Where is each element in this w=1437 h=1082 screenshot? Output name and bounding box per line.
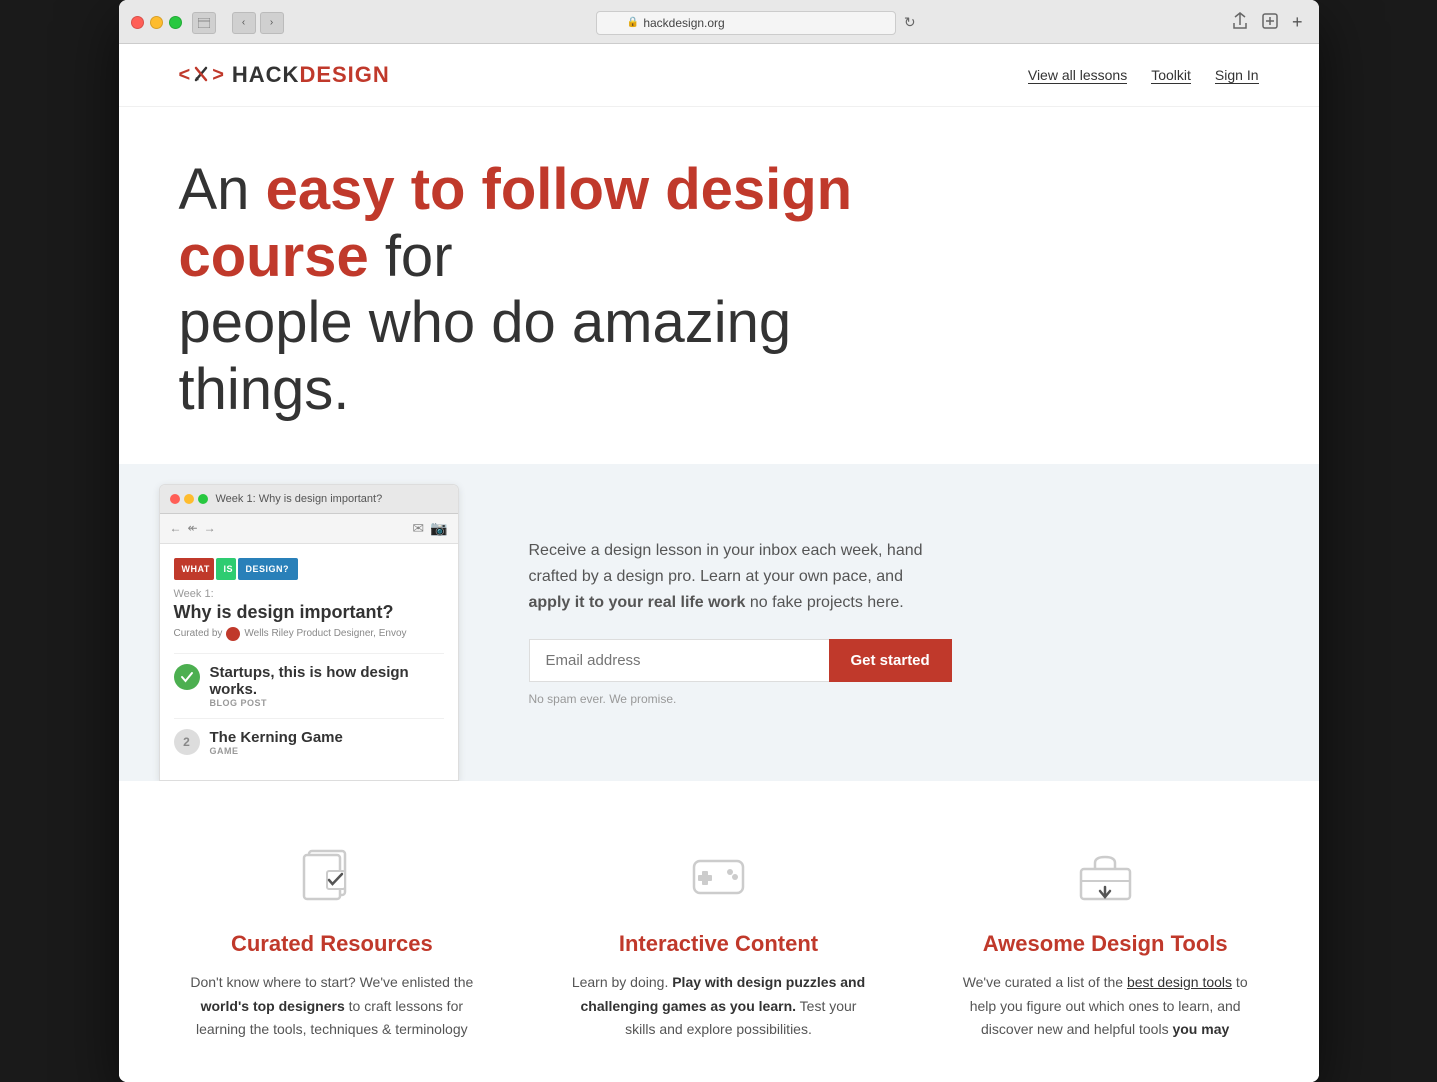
hero-line2: people who do amazing things. (179, 290, 792, 422)
logo-chevron-left-icon: < (179, 65, 191, 85)
mock-item-2: 2 The Kerning Game GAME (174, 718, 444, 766)
mock-curator-avatar (226, 627, 240, 641)
mock-item2-type: GAME (210, 746, 343, 756)
share-button[interactable] (1228, 10, 1252, 35)
url-text: hackdesign.org (643, 16, 724, 30)
mock-forward-arrow: → (204, 521, 216, 535)
mock-nav-row: ← ↞ → ✉ 📷 (160, 514, 458, 544)
maximize-button[interactable] (169, 16, 182, 29)
browser-chrome: ‹ › 🔒 hackdesign.org ↻ (119, 0, 1319, 44)
interactive-content-desc: Learn by doing. Play with design puzzles… (565, 971, 872, 1042)
email-form: Get started (529, 639, 1269, 682)
window-view-button[interactable] (192, 12, 216, 34)
site-header: < > HACKDESIGN View all les (119, 44, 1319, 107)
site-nav: View all lessons Toolkit Sign In (1028, 67, 1259, 84)
design-tools-link[interactable]: best design tools (1127, 974, 1232, 990)
mock-back-arrow: ← (170, 521, 182, 535)
interactive-content-icon (683, 841, 753, 911)
browser-right-controls: + (1228, 10, 1307, 35)
feature-design-tools: Awesome Design Tools We've curated a lis… (932, 841, 1279, 1042)
curated-resources-icon (297, 841, 367, 911)
curated-resources-title: Curated Resources (179, 931, 486, 957)
address-bar-container: 🔒 hackdesign.org ↻ (294, 11, 1218, 35)
hero-line1-prefix: An (179, 157, 266, 222)
hero-headline: An easy to follow design course for peop… (179, 157, 959, 424)
colorbar-design: DESIGN? (238, 558, 298, 580)
mock-browser-bar: Week 1: Why is design important? (160, 485, 458, 514)
forward-button[interactable]: › (260, 12, 284, 34)
logo: < > HACKDESIGN (179, 62, 390, 88)
back-button[interactable]: ‹ (232, 12, 256, 34)
logo-hack: HACK (232, 62, 300, 87)
feature-interactive-content: Interactive Content Learn by doing. Play… (545, 841, 892, 1042)
mock-item1-type: BLOG POST (210, 698, 444, 708)
email-cta-plain: Receive a design lesson in your inbox ea… (529, 542, 923, 585)
lock-icon: 🔒 (627, 17, 639, 28)
colorbar-what: WHAT (174, 558, 214, 580)
nav-buttons: ‹ › (232, 12, 284, 34)
mock-curated-label: Curated by (174, 628, 223, 639)
minimize-button[interactable] (150, 16, 163, 29)
design-tools-icon (1070, 841, 1140, 911)
mock-item2-info: The Kerning Game GAME (210, 729, 343, 756)
feature-curated-resources: Curated Resources Don't know where to st… (159, 841, 506, 1042)
mock-curated-by: Curated by Wells Riley Product Designer,… (174, 627, 444, 641)
email-cta: Receive a design lesson in your inbox ea… (479, 464, 1319, 781)
logo-text: HACKDESIGN (232, 62, 390, 88)
mock-title: Week 1: Why is design important? (216, 493, 383, 505)
mock-item-1: Startups, this is how design works. BLOG… (174, 653, 444, 718)
nav-sign-in[interactable]: Sign In (1215, 67, 1259, 84)
close-button[interactable] (131, 16, 144, 29)
mock-item2-title: The Kerning Game (210, 729, 343, 746)
features-section: Curated Resources Don't know where to st… (119, 781, 1319, 1082)
mock-back-arrow2: ↞ (188, 521, 198, 535)
mock-maximize-dot (198, 494, 208, 504)
mock-curator-name: Wells Riley Product Designer, Envoy (244, 628, 406, 639)
mock-browser: Week 1: Why is design important? ← ↞ → ✉… (159, 484, 459, 781)
email-input[interactable] (529, 639, 829, 682)
mock-email-title: Why is design important? (174, 602, 444, 623)
address-bar[interactable]: 🔒 hackdesign.org (596, 11, 896, 35)
mock-week-label: Week 1: (174, 588, 444, 600)
email-cta-description: Receive a design lesson in your inbox ea… (529, 538, 949, 615)
nav-view-all-lessons[interactable]: View all lessons (1028, 67, 1127, 84)
mock-minimize-dot (184, 494, 194, 504)
mock-item1-info: Startups, this is how design works. BLOG… (210, 664, 444, 708)
mock-item1-title: Startups, this is how design works. (210, 664, 444, 698)
mock-item1-check (174, 664, 200, 690)
logo-pencil-icon (190, 64, 212, 86)
email-section: Week 1: Why is design important? ← ↞ → ✉… (119, 464, 1319, 781)
browser-window: ‹ › 🔒 hackdesign.org ↻ (119, 0, 1319, 1082)
traffic-lights (131, 16, 182, 29)
mock-close-dot (170, 494, 180, 504)
design-tools-desc: We've curated a list of the best design … (952, 971, 1259, 1042)
nav-toolkit[interactable]: Toolkit (1151, 67, 1191, 84)
design-tools-title: Awesome Design Tools (952, 931, 1259, 957)
hero-section: An easy to follow design course for peop… (119, 107, 1319, 464)
mock-item2-num: 2 (174, 729, 200, 755)
add-tab-button[interactable] (1258, 11, 1282, 34)
page-content: < > HACKDESIGN View all les (119, 44, 1319, 1082)
mock-email-icon: ✉ (412, 520, 424, 537)
logo-icon: < > (179, 64, 224, 86)
interactive-content-title: Interactive Content (565, 931, 872, 957)
hero-line1-suffix: for (369, 224, 453, 289)
mock-nav-icons: ✉ 📷 (412, 520, 447, 537)
new-tab-plus-button[interactable]: + (1288, 10, 1307, 35)
mock-colorbar: WHAT IS DESIGN? (174, 558, 444, 580)
mock-camera-icon: 📷 (430, 520, 447, 537)
hero-line1-highlight: easy to follow design course (179, 157, 853, 289)
email-cta-end: no fake projects here. (745, 594, 903, 611)
logo-chevron-right-icon: > (212, 65, 224, 85)
refresh-button[interactable]: ↻ (904, 14, 916, 31)
email-cta-bold: apply it to your real life work (529, 594, 746, 611)
logo-design: DESIGN (299, 62, 389, 87)
curated-resources-desc: Don't know where to start? We've enliste… (179, 971, 486, 1042)
email-mockup: Week 1: Why is design important? ← ↞ → ✉… (119, 464, 479, 781)
no-spam-text: No spam ever. We promise. (529, 692, 1269, 706)
mock-email-content: WHAT IS DESIGN? Week 1: Why is design im… (160, 544, 458, 780)
colorbar-is: IS (216, 558, 236, 580)
get-started-button[interactable]: Get started (829, 639, 952, 682)
mock-traffic-lights (170, 494, 208, 504)
